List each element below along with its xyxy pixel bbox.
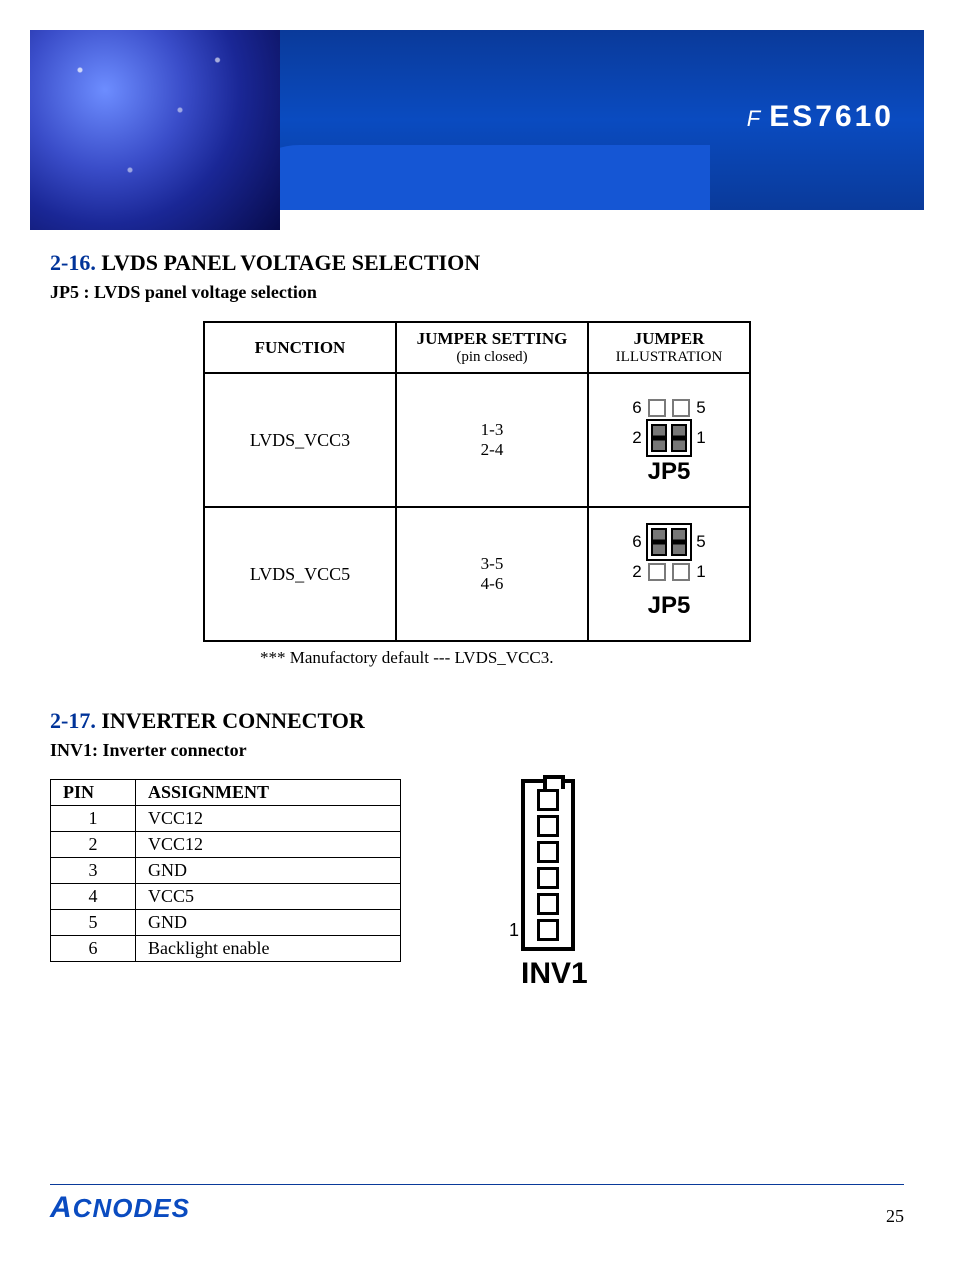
table-row: 4VCC5 [51, 884, 401, 910]
section-subtitle-inv1: INV1: Inverter connector [50, 740, 904, 761]
brand-logo: ACNODES [50, 1193, 190, 1223]
model-prefix: F [747, 106, 763, 131]
ill-vcc5: 6 5 2 1 JP5 [588, 507, 750, 641]
col-function: FUNCTION [204, 322, 396, 373]
js-vcc3: 1-3 2-4 [396, 373, 588, 507]
section-heading-jp5: 2-16. LVDS PANEL VOLTAGE SELECTION [50, 250, 904, 276]
jumper-diagram-vcc5: 6 5 2 1 JP5 [628, 528, 710, 620]
page-footer: ACNODES 25 [50, 1184, 904, 1225]
banner-photo [30, 30, 280, 230]
inv1-table: PIN ASSIGNMENT 1VCC12 2VCC12 3GND 4VCC5 … [50, 779, 401, 962]
jp5-table: FUNCTION JUMPER SETTING (pin closed) JUM… [203, 321, 751, 642]
js-vcc5: 3-5 4-6 [396, 507, 588, 641]
col-jumper-setting: JUMPER SETTING (pin closed) [396, 322, 588, 373]
closed-jumper-icon [646, 419, 692, 457]
footer-rule [50, 1184, 904, 1185]
jumper-diagram-vcc3: 6 5 2 1 JP5 [628, 394, 710, 486]
jp5-row-vcc5: LVDS_VCC5 3-5 4-6 6 5 2 1 [204, 507, 750, 641]
jp5-default-note: *** Manufactory default --- LVDS_VCC3. [260, 648, 904, 668]
section-subtitle-jp5: JP5 : LVDS panel voltage selection [50, 282, 904, 303]
pin1-label: 1 [509, 920, 519, 941]
open-pins-row [646, 399, 692, 417]
product-model: FES7610 [747, 100, 894, 134]
col-pin: PIN [51, 780, 136, 806]
section-heading-inv1: 2-17. INVERTER CONNECTOR [50, 708, 904, 734]
col-assignment: ASSIGNMENT [136, 780, 401, 806]
closed-jumper-icon [646, 523, 692, 561]
table-row: 3GND [51, 858, 401, 884]
table-row: 5GND [51, 910, 401, 936]
connector-key-icon [543, 775, 565, 789]
ill-vcc3: 6 5 2 1 JP5 [588, 373, 750, 507]
page-number: 25 [886, 1206, 904, 1227]
jp5-row-vcc3: LVDS_VCC3 1-3 2-4 6 5 2 1 [204, 373, 750, 507]
table-row: 6Backlight enable [51, 936, 401, 962]
table-row: 2VCC12 [51, 832, 401, 858]
section-number: 2-16. [50, 250, 96, 275]
section-number: 2-17. [50, 708, 96, 733]
banner-swoosh [230, 145, 710, 210]
connector-name: INV1 [521, 957, 588, 991]
func-vcc5: LVDS_VCC5 [204, 507, 396, 641]
func-vcc3: LVDS_VCC3 [204, 373, 396, 507]
header-banner: FES7610 [30, 30, 924, 210]
section-title: INVERTER CONNECTOR [101, 708, 364, 733]
section-title: LVDS PANEL VOLTAGE SELECTION [101, 250, 480, 275]
open-pins-row [646, 563, 692, 581]
table-row: 1VCC12 [51, 806, 401, 832]
col-jumper-illustration: JUMPER ILLUSTRATION [588, 322, 750, 373]
inv1-connector-diagram: 1 INV1 [521, 779, 588, 991]
model-main: ES7610 [769, 100, 894, 133]
